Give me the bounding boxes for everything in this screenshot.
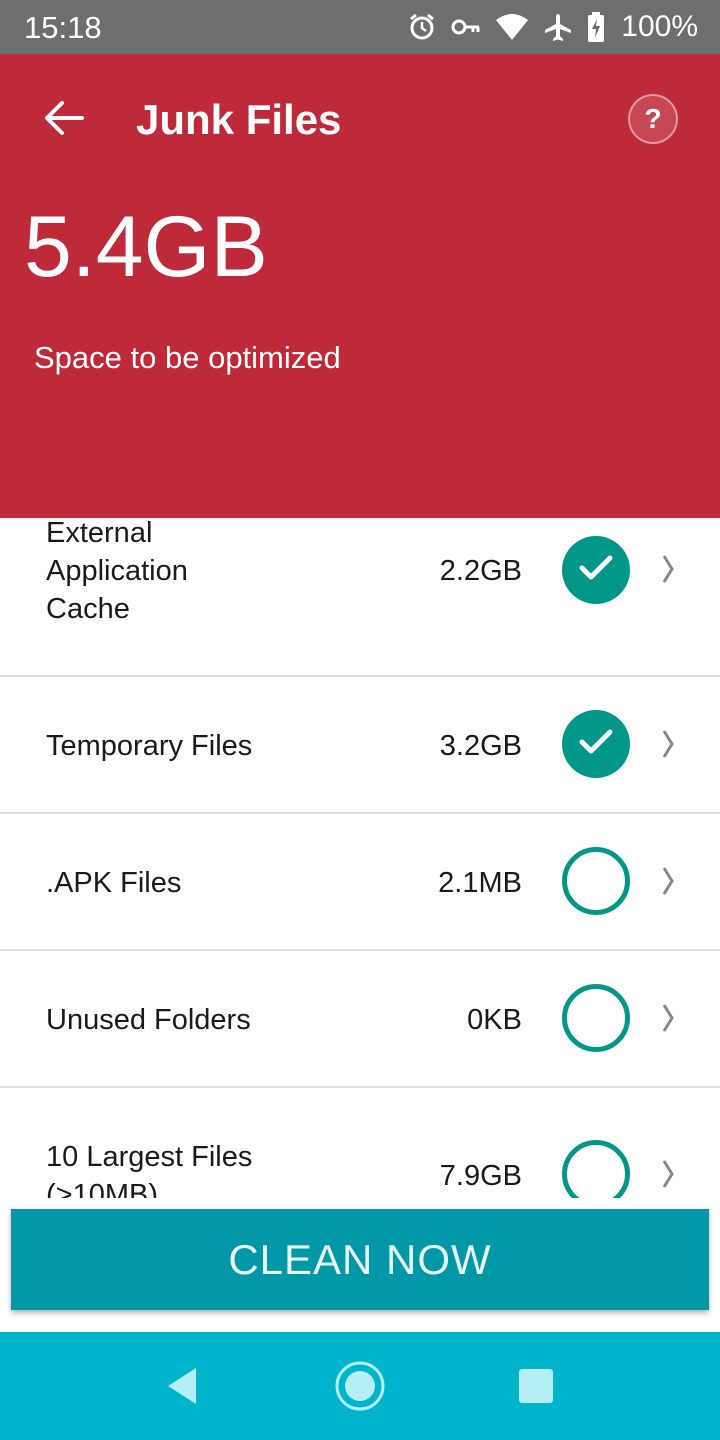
battery-charging-icon [587, 12, 605, 42]
page-title: Junk Files [136, 96, 342, 143]
item-checkbox[interactable] [562, 536, 630, 604]
arrow-left-icon [42, 98, 86, 143]
item-checkbox[interactable] [562, 984, 630, 1052]
vpn-key-icon [451, 17, 481, 37]
header: Junk Files ? 5.4GB Space to be optimized [0, 54, 720, 518]
back-icon [164, 1366, 200, 1411]
back-button[interactable] [36, 92, 92, 148]
clean-now-button[interactable]: CLEAN NOW [11, 1209, 709, 1310]
chevron-right-icon[interactable] [656, 726, 680, 762]
status-time: 15:18 [24, 10, 102, 45]
item-size: 3.2GB [439, 730, 522, 762]
alarm-icon [407, 12, 437, 42]
total-size: 5.4GB [24, 199, 268, 295]
item-checkbox[interactable] [562, 847, 630, 915]
item-label: .APK Files [46, 867, 182, 899]
item-checkbox[interactable] [562, 1140, 630, 1198]
list-item-unused-folders[interactable]: Unused Folders 0KB [0, 951, 720, 1088]
check-icon [578, 554, 614, 587]
navigation-bar [0, 1332, 720, 1440]
chevron-right-icon[interactable] [656, 863, 680, 899]
item-label: 10 Largest Files (>10MB) [46, 1141, 253, 1198]
junk-list[interactable]: External Application Cache 2.2GB Tempora… [0, 518, 720, 1198]
subtitle: Space to be optimized [34, 340, 341, 375]
item-label: Temporary Files [46, 730, 253, 762]
list-item-largest-files[interactable]: 10 Largest Files (>10MB) 7.9GB [0, 1088, 720, 1198]
nav-back-button[interactable] [154, 1360, 210, 1416]
list-item-apk-files[interactable]: .APK Files 2.1MB [0, 814, 720, 951]
recents-icon [518, 1368, 554, 1409]
home-icon [334, 1360, 386, 1417]
airplane-icon [543, 12, 573, 42]
nav-recents-button[interactable] [508, 1360, 564, 1416]
item-size: 7.9GB [439, 1160, 522, 1192]
help-icon: ? [644, 103, 662, 134]
battery-percent: 100% [621, 10, 698, 43]
status-bar: 15:18 100% [0, 0, 720, 54]
chevron-right-icon[interactable] [656, 1000, 680, 1036]
item-label: External Application Cache [46, 518, 188, 625]
help-button[interactable]: ? [628, 94, 678, 144]
status-icons: 100% [407, 8, 698, 46]
item-size: 2.2GB [439, 555, 522, 587]
check-icon [578, 728, 614, 761]
chevron-right-icon[interactable] [656, 1156, 680, 1192]
action-area: CLEAN NOW [0, 1198, 720, 1332]
item-checkbox[interactable] [562, 710, 630, 778]
list-item-external-app-cache[interactable]: External Application Cache 2.2GB [0, 518, 720, 677]
item-size: 2.1MB [438, 867, 522, 899]
chevron-right-icon[interactable] [656, 551, 680, 587]
item-label: Unused Folders [46, 1004, 251, 1036]
list-item-temporary-files[interactable]: Temporary Files 3.2GB [0, 677, 720, 814]
nav-home-button[interactable] [332, 1360, 388, 1416]
wifi-icon [495, 13, 529, 41]
item-size: 0KB [467, 1004, 522, 1036]
